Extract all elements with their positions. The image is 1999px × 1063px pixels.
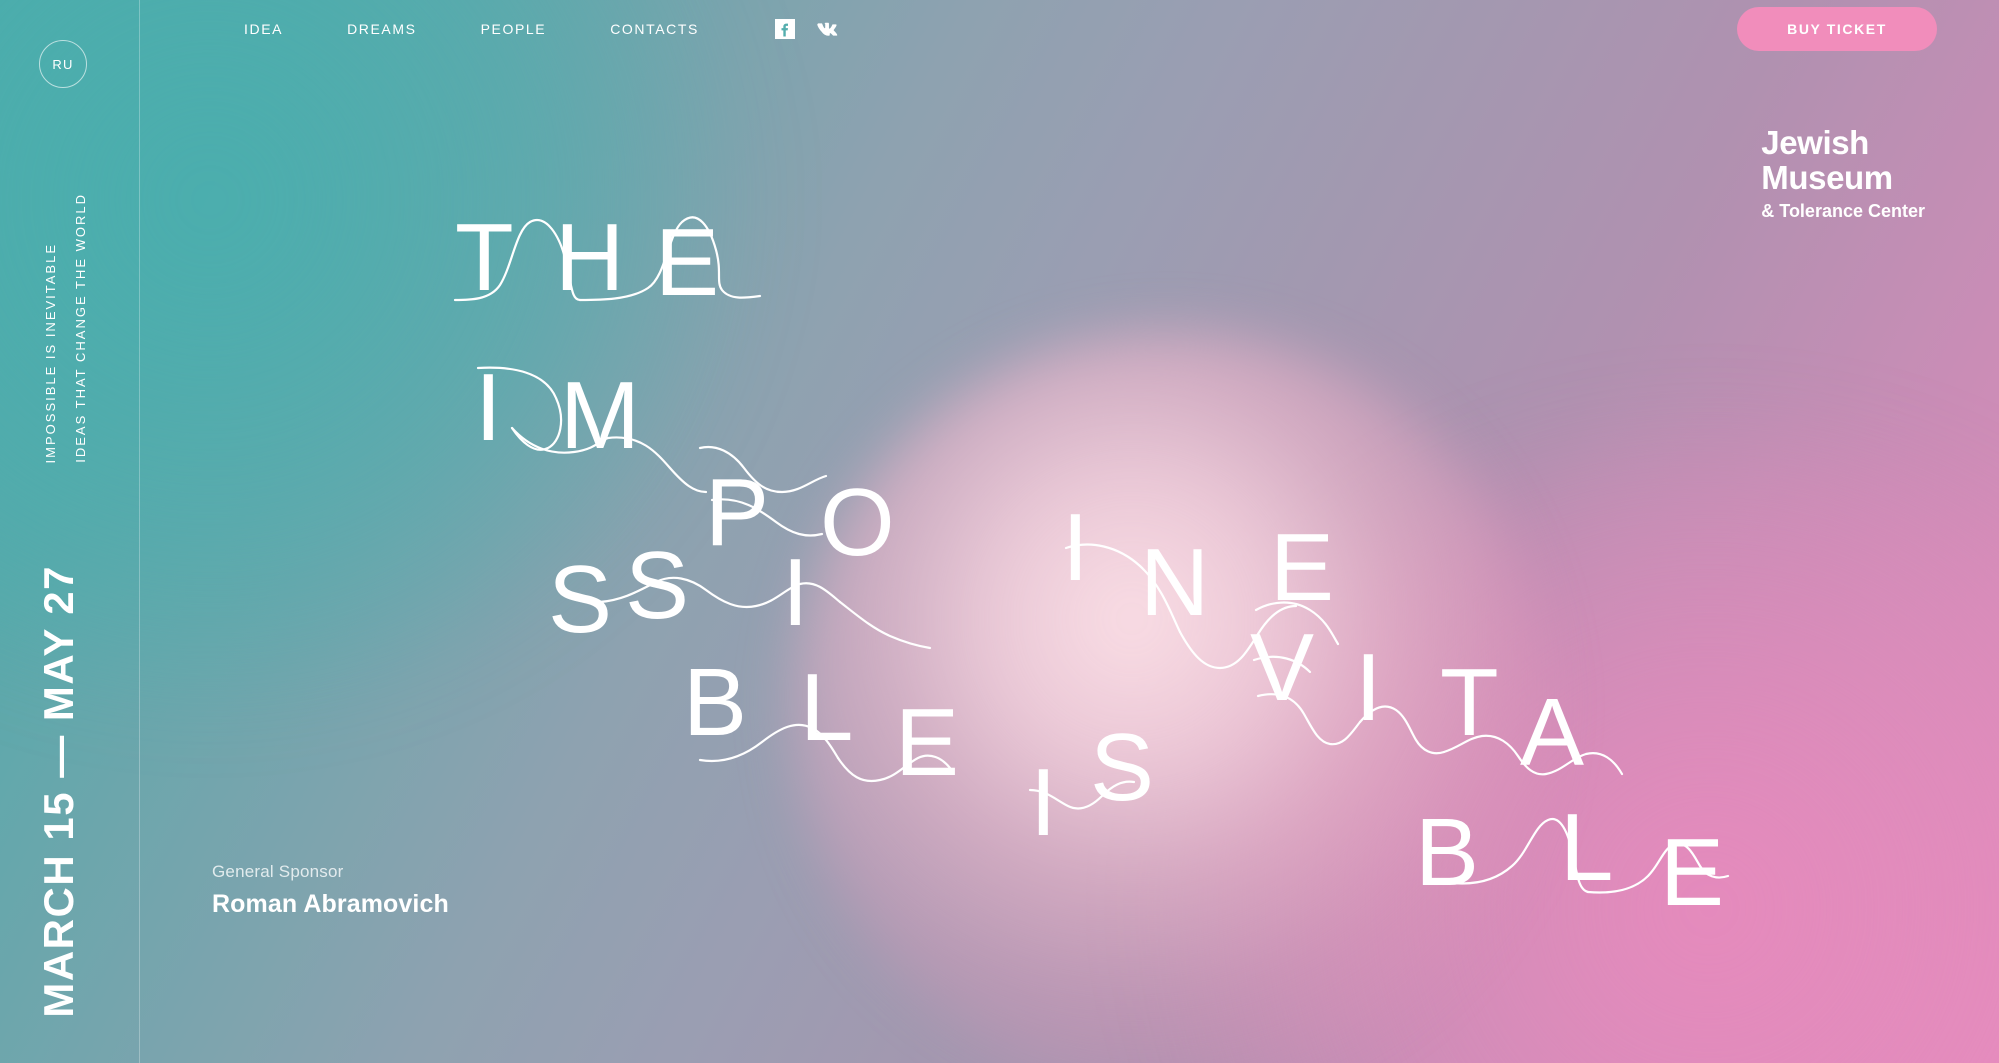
headline-letter: L xyxy=(1560,794,1613,901)
center-pink-glow xyxy=(790,330,1550,1063)
headline-letter: B xyxy=(683,649,747,756)
main-nav: IDEA DREAMS PEOPLE CONTACTS xyxy=(212,21,731,37)
nav-item-contacts[interactable]: CONTACTS xyxy=(578,21,731,37)
buy-ticket-button[interactable]: BUY TICKET xyxy=(1737,7,1937,51)
headline-letter: P xyxy=(705,459,769,566)
headline-letters: T H EI MP OS S IB L EI SI N EV I T AB L E xyxy=(455,204,1724,926)
headline-thread-lines xyxy=(453,216,1730,894)
exhibition-date-range: MARCH 15 — MAY 27 xyxy=(35,565,82,1018)
headline-letter: V xyxy=(1250,614,1314,721)
headline-letter: S xyxy=(1090,714,1154,821)
headline-letter: B xyxy=(1415,799,1479,906)
headline-letter: T xyxy=(1440,649,1499,756)
general-sponsor-block: General Sponsor Roman Abramovich xyxy=(212,862,449,919)
headline-letter: I xyxy=(1062,494,1089,601)
headline-letter: H xyxy=(555,204,624,311)
left-rail: RU IMPOSSIBLE IS INEVITABLE IDEAS THAT C… xyxy=(0,0,140,1063)
nav-item-dreams[interactable]: DREAMS xyxy=(315,21,449,37)
headline-letter: N xyxy=(1140,529,1209,636)
headline-letter: I xyxy=(782,539,809,646)
museum-logo-line3: & Tolerance Center xyxy=(1761,201,1925,221)
social-links xyxy=(774,19,843,39)
rail-tagline-primary: IMPOSSIBLE IS INEVITABLE xyxy=(43,242,58,463)
museum-logo-line1: Jewish xyxy=(1761,124,1869,161)
headline-letter: E xyxy=(1270,514,1334,621)
language-toggle-label: RU xyxy=(52,56,74,72)
headline-letter: I xyxy=(1355,634,1382,741)
headline-letter: L xyxy=(800,654,853,761)
headline-letter: A xyxy=(1520,679,1584,786)
headline-letter: I xyxy=(1030,749,1057,856)
headline-letter: I xyxy=(475,354,502,461)
headline-letter: E xyxy=(895,689,959,796)
facebook-icon[interactable] xyxy=(774,19,795,39)
headline-letter: O xyxy=(820,469,895,576)
headline-letter: E xyxy=(1660,819,1724,926)
headline-letter: S xyxy=(625,532,689,639)
rail-tagline-secondary: IDEAS THAT CHANGE THE WORLD xyxy=(73,193,88,463)
nav-item-people[interactable]: PEOPLE xyxy=(449,21,579,37)
museum-logo-line2: Museum xyxy=(1761,159,1893,196)
vk-icon[interactable] xyxy=(817,19,843,39)
language-toggle-ru[interactable]: RU xyxy=(39,40,87,88)
museum-logo[interactable]: Jewish Museum & Tolerance Center xyxy=(1761,126,1925,220)
hero-stage: THEIMPOSSIBLEISINEVITABLE RU IMPOSSIBLE … xyxy=(0,0,1999,1063)
headline-letter: M xyxy=(560,362,640,469)
pink-corner-glow xyxy=(1159,433,1999,1063)
sponsor-name: Roman Abramovich xyxy=(212,890,449,918)
top-navigation-bar: IDEA DREAMS PEOPLE CONTACTS BUY TICKET xyxy=(140,0,1999,58)
headline-letter: S xyxy=(548,546,612,653)
headline-letter: E xyxy=(655,209,719,316)
nav-item-idea[interactable]: IDEA xyxy=(212,21,315,37)
headline-letter: T xyxy=(455,204,514,311)
sponsor-label: General Sponsor xyxy=(212,862,344,881)
